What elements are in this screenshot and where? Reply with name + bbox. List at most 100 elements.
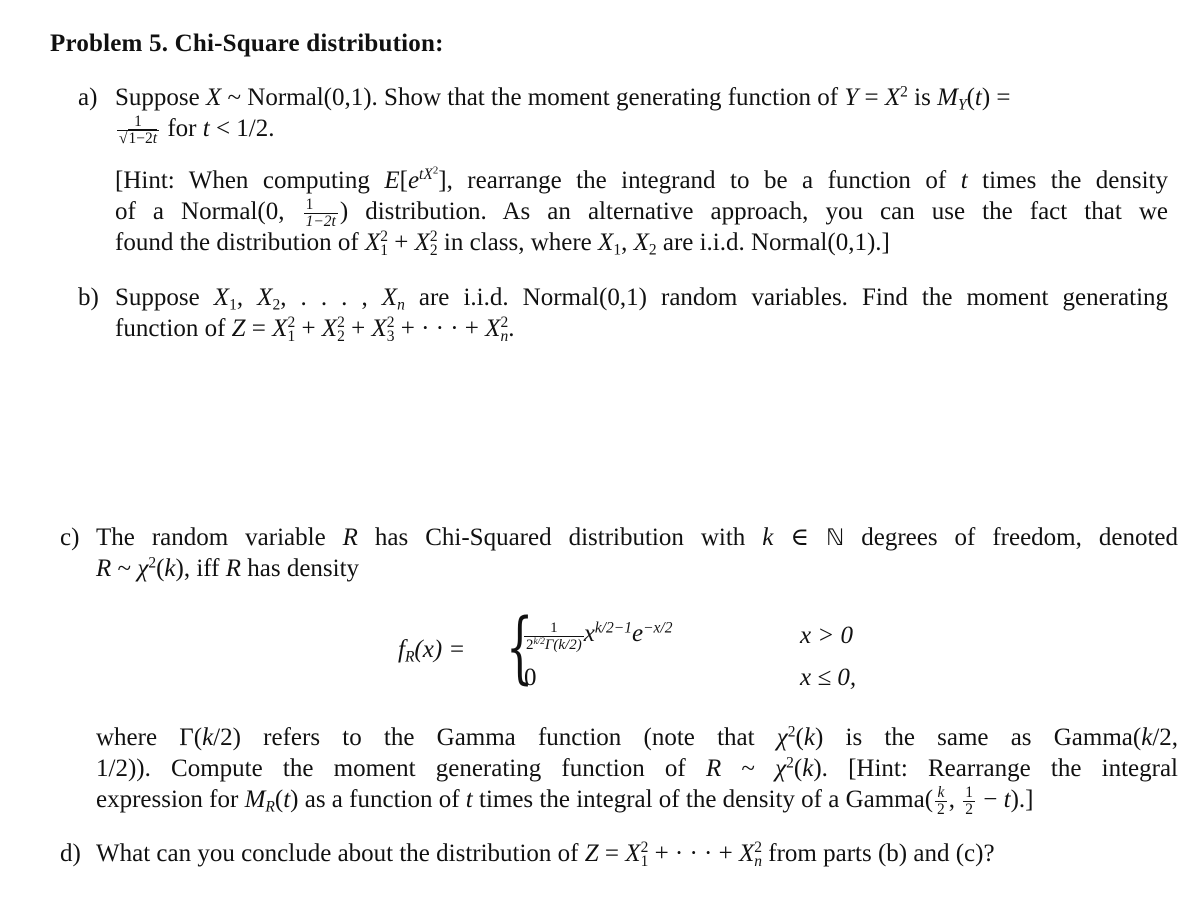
text: has density: [241, 555, 360, 582]
part-b-line-1: Suppose X1, X2, . . . , Xn are i.i.d. No…: [115, 282, 1168, 313]
text: −: [977, 786, 1004, 813]
math-var: X: [625, 840, 641, 867]
text: is: [907, 84, 938, 111]
text: .: [508, 315, 515, 342]
text: +: [295, 315, 322, 342]
math-var: R: [705, 755, 722, 782]
text: ,: [948, 786, 962, 813]
text: ) distribution. As an alternative approa…: [339, 198, 1168, 225]
math-var: χ: [137, 555, 149, 582]
text: found the distribution of: [115, 229, 365, 256]
math-var: Z: [584, 840, 599, 867]
shape-fraction: k2: [935, 784, 947, 819]
part-c-label: c): [60, 524, 80, 551]
text: ) =: [981, 84, 1011, 111]
subscript: Y: [957, 96, 967, 114]
math-var: t: [465, 786, 473, 813]
normalizing-fraction: 1 2k/2Γ(k/2): [524, 620, 584, 654]
subscript: R: [265, 798, 275, 816]
text: (: [966, 84, 975, 111]
mgf-fraction: 1 √1−2t: [117, 113, 160, 148]
text: ) is the same as Gamma(: [814, 724, 1142, 751]
exponent: tX: [419, 166, 433, 184]
math-var: X: [485, 315, 501, 342]
problem-page: Problem 5. Chi-Square distribution: a) S…: [0, 0, 1196, 916]
math-var: X: [213, 284, 230, 311]
exponent: 2: [787, 723, 796, 741]
text: Γ(k/2): [544, 637, 582, 654]
exponent: −x/2: [643, 619, 673, 637]
subscript: 2: [337, 328, 345, 346]
part-a-label: a): [78, 84, 98, 111]
subscript: 1: [229, 296, 237, 314]
subscript: 1: [380, 242, 389, 260]
fraction-numerator: k: [935, 784, 947, 802]
subscript: n: [397, 296, 405, 314]
text: ~: [111, 555, 138, 582]
math-var: k: [802, 755, 814, 782]
text: ~ Normal(0,1). Show that the moment gene…: [221, 84, 845, 111]
math-var: Z: [231, 315, 246, 342]
math-var: t: [1003, 786, 1011, 813]
subscript: R: [404, 648, 415, 666]
text: (x) =: [414, 636, 466, 663]
density-formula: fR(x) = { 1 2k/2Γ(k/2) xk/2−1e−x/2 x > 0 0…: [396, 608, 896, 692]
part-a-body: Suppose X ~ Normal(0,1). Show that the m…: [115, 82, 1168, 147]
text: ∈: [773, 524, 826, 551]
density-case-nonpositive: 0: [524, 664, 537, 691]
text: expression for: [96, 786, 245, 813]
density-case-positive: 1 2k/2Γ(k/2) xk/2−1e−x/2: [524, 618, 673, 654]
part-d-line-1: What can you conclude about the distribu…: [96, 838, 1178, 870]
part-a-line-2: 1 √1−2t for t < 1/2.: [115, 113, 1168, 147]
exponent: k/2: [533, 637, 545, 648]
math-var: t: [152, 129, 158, 147]
text: ) as a function of: [290, 786, 466, 813]
text: , . . . ,: [280, 284, 382, 311]
fraction-numerator: 1: [963, 783, 976, 802]
sqrt-sign: √: [119, 129, 128, 147]
part-a-hint: [Hint: When computing E[etX2], rearrange…: [115, 165, 1168, 260]
math-var: e: [407, 167, 420, 194]
text: Suppose: [115, 84, 206, 111]
part-c-para-line-2: 1/2)). Compute the moment generating fun…: [96, 753, 1178, 784]
subscript: 2: [648, 241, 657, 259]
math-var: t: [202, 115, 210, 142]
math-var: χ: [775, 755, 787, 782]
part-c-paragraph: where Γ(k/2) refers to the Gamma functio…: [96, 722, 1178, 818]
math-var: X: [371, 315, 387, 342]
math-var: X: [633, 229, 649, 256]
text: ,: [621, 229, 634, 256]
math-var: X: [257, 284, 273, 311]
density-lhs: fR(x) =: [398, 634, 465, 665]
math-var: X: [364, 229, 381, 256]
math-var: k: [202, 724, 214, 751]
hint-line-3: found the distribution of X21 + X22 in c…: [115, 227, 1168, 260]
exponent: 2: [148, 554, 157, 572]
text: =: [858, 84, 885, 111]
fraction-denominator: 2: [937, 800, 945, 818]
text: +: [388, 229, 415, 256]
text: Suppose: [115, 284, 214, 311]
math-var: M: [937, 84, 958, 111]
math-var: R: [225, 555, 242, 582]
condition-nonpositive: x ≤ 0,: [800, 664, 857, 691]
text: +: [344, 315, 372, 342]
sup-sub: 21: [380, 229, 389, 260]
text: 2: [526, 637, 534, 654]
fraction-denominator: 2k/2Γ(k/2): [524, 637, 584, 654]
text: in class, where: [437, 229, 599, 256]
math-var: t: [960, 167, 968, 194]
subscript: 2: [429, 242, 438, 260]
sup-sub: 22: [429, 229, 438, 260]
math-var: Y: [844, 84, 859, 111]
text: + · · · +: [394, 315, 486, 342]
naturals-symbol: ℕ: [825, 525, 845, 551]
math-var: f: [398, 636, 405, 663]
sqrt-radicand: 1−2t: [127, 128, 158, 147]
text: (: [274, 786, 284, 813]
text: 1−2: [128, 129, 153, 147]
text: degrees of freedom, denoted: [844, 524, 1178, 551]
problem-title: Problem 5. Chi-Square distribution:: [50, 30, 444, 57]
text: ).]: [1010, 786, 1034, 813]
text: The random variable: [96, 524, 343, 551]
